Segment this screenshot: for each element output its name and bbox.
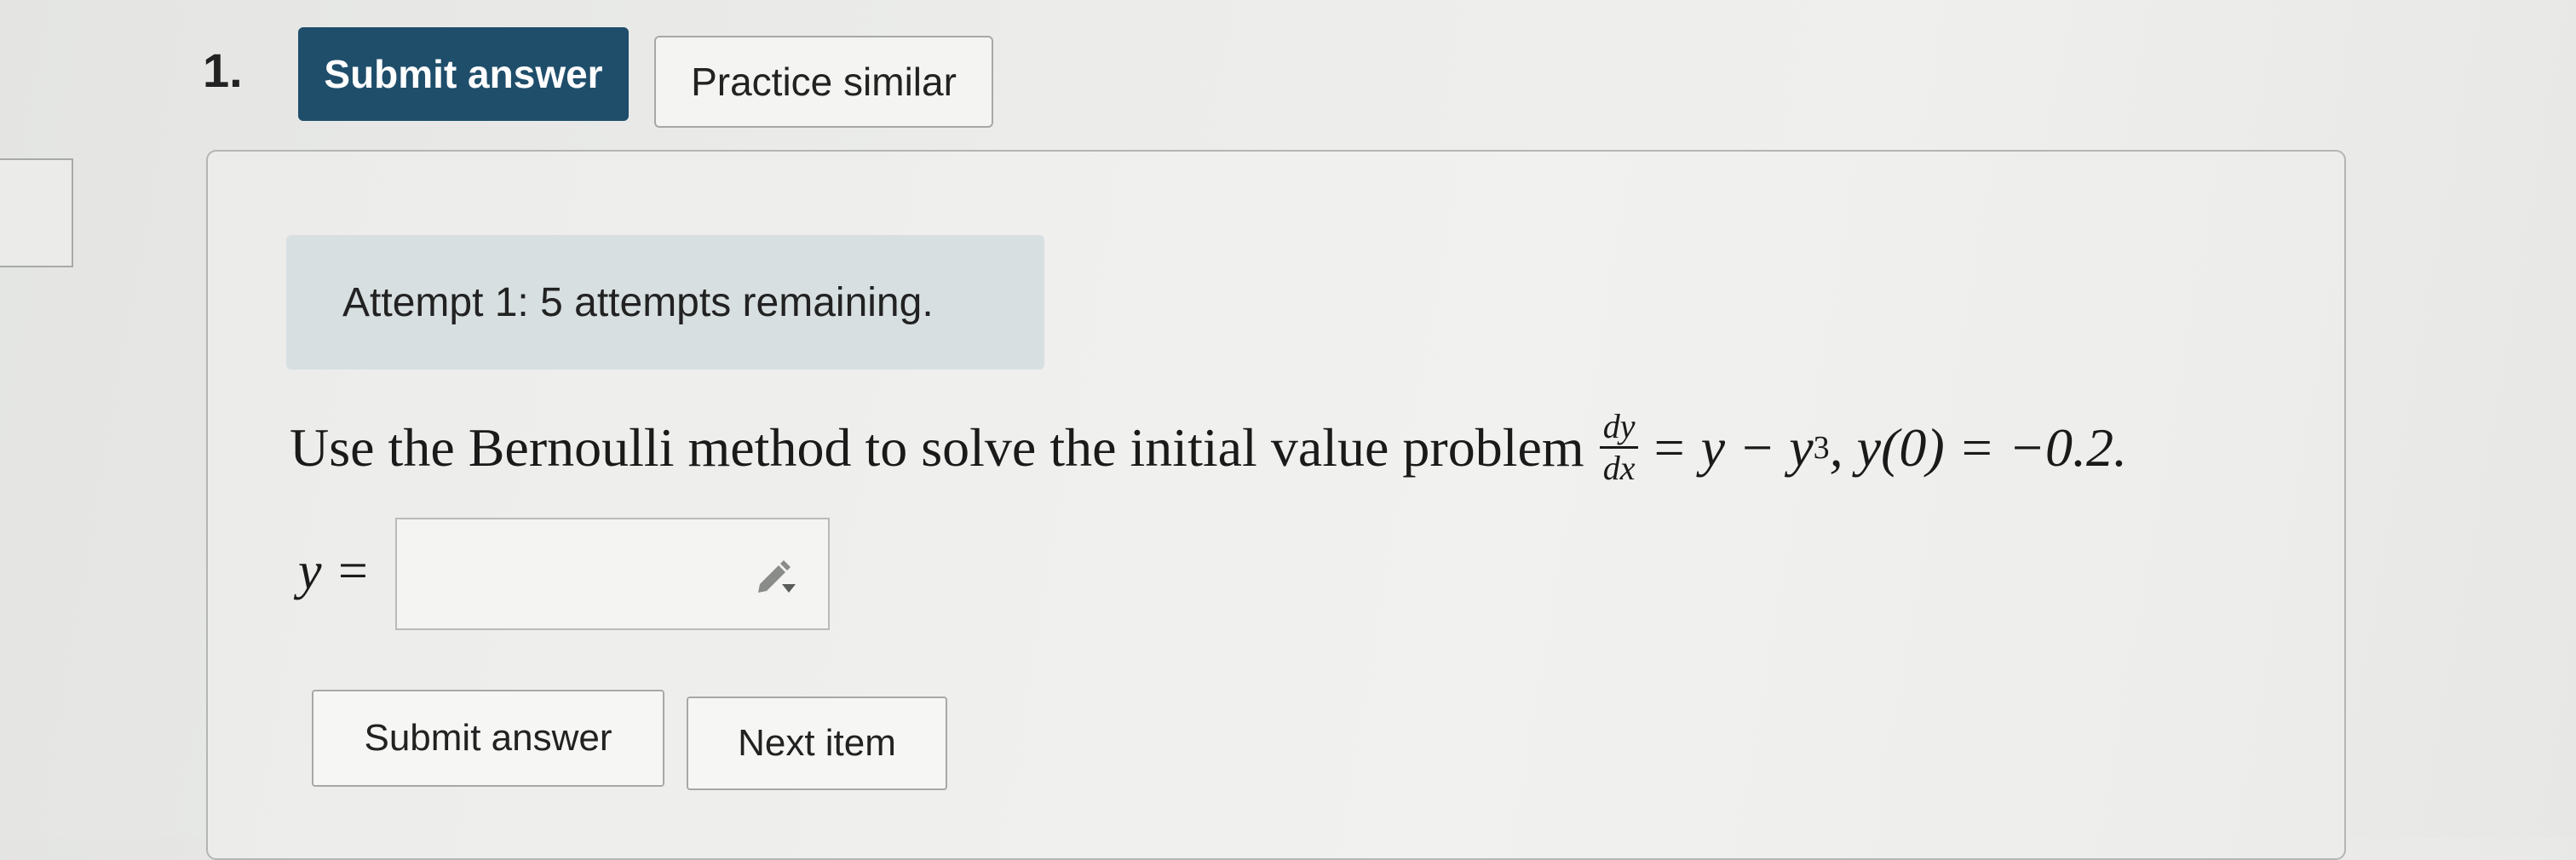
attempt-status-text: Attempt 1: 5 attempts remaining. (342, 279, 934, 325)
derivative-fraction: dy dx (1599, 407, 1639, 488)
answer-label: y = (298, 542, 371, 600)
submit-answer-bottom-button[interactable]: Submit answer (312, 690, 664, 787)
initial-condition: , y(0) = −0.2. (1829, 416, 2128, 478)
fraction-denominator: dx (1602, 449, 1636, 487)
side-panel-box (0, 158, 73, 267)
answer-input[interactable] (395, 518, 830, 630)
attempt-status-banner: Attempt 1: 5 attempts remaining. (286, 235, 1044, 370)
question-number: 1. (203, 43, 243, 97)
practice-similar-button[interactable]: Practice similar (654, 36, 993, 128)
next-item-button[interactable]: Next item (687, 697, 947, 790)
problem-statement: Use the Bernoulli method to solve the in… (290, 407, 2128, 488)
fraction-numerator: dy (1599, 407, 1639, 449)
problem-text: Use the Bernoulli method to solve the in… (290, 416, 1584, 478)
equation-rhs: = y − y (1650, 416, 1814, 478)
pencil-icon[interactable] (751, 550, 799, 598)
submit-answer-button[interactable]: Submit answer (298, 27, 629, 121)
